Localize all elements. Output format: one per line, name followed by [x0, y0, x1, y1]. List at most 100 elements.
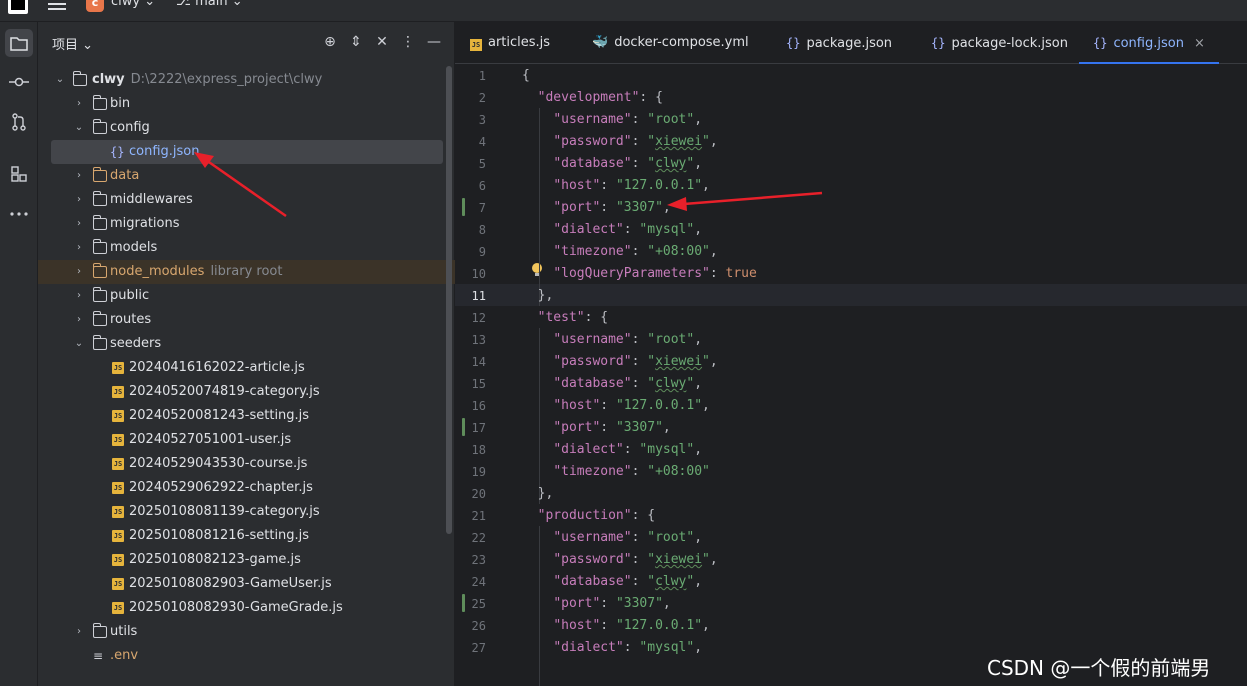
chevron-right-icon[interactable]: ›	[73, 284, 85, 308]
tree-root[interactable]: ⌄ clwy D:\2222\express_project\clwy	[38, 68, 447, 92]
tree-item-models[interactable]: › models	[38, 236, 447, 260]
tree-item-label: 20240416162022-article.js	[129, 360, 305, 375]
branch-switcher[interactable]: ⎇ main ⌄	[176, 0, 243, 9]
json-file-icon: {}	[931, 36, 946, 50]
tab-package-json[interactable]: {} package.json	[786, 22, 892, 64]
code-line: "development": {	[537, 90, 663, 105]
tree-item-routes[interactable]: › routes	[38, 308, 447, 332]
tree-item-seeder-file[interactable]: JS 20250108082930-GameGrade.js	[38, 596, 447, 620]
line-number: 19	[471, 465, 486, 479]
tree-item-utils[interactable]: › utils	[38, 620, 447, 644]
chevron-right-icon[interactable]: ›	[73, 236, 85, 260]
commit-button[interactable]	[5, 68, 33, 96]
js-file-icon: JS	[112, 434, 124, 446]
line-number: 16	[471, 399, 486, 413]
change-marker[interactable]	[462, 198, 465, 216]
project-badge[interactable]: c	[86, 0, 104, 12]
chevron-right-icon[interactable]: ›	[73, 260, 85, 284]
tab-label: config.json	[1113, 36, 1184, 51]
code-line: "dialect": "mysql",	[553, 222, 703, 237]
code-line: "database": "clwy",	[553, 574, 703, 589]
tree-item-label: migrations	[110, 216, 180, 231]
tree-item-seeder-file[interactable]: JS 20250108081216-setting.js	[38, 524, 447, 548]
tree-item-label: 20240529062922-chapter.js	[129, 480, 313, 495]
tree-item-label: config.json	[129, 144, 200, 159]
structure-button[interactable]	[5, 160, 33, 188]
tree-item-config-json[interactable]: {} config.json	[51, 140, 443, 164]
tab-label: package.json	[806, 36, 893, 51]
code-line: "timezone": "+08:00",	[553, 244, 718, 259]
line-number: 5	[478, 157, 486, 171]
code-line: "port": "3307",	[553, 420, 671, 435]
locate-icon[interactable]: ⊕	[322, 34, 338, 50]
chevron-down-icon[interactable]: ⌄	[54, 68, 66, 92]
chevron-right-icon[interactable]: ›	[73, 92, 85, 116]
chevron-right-icon[interactable]: ›	[73, 620, 85, 644]
tree-item-label: 20250108082123-game.js	[129, 552, 301, 567]
chevron-right-icon[interactable]: ›	[73, 308, 85, 332]
tree-item-seeder-file[interactable]: JS 20240527051001-user.js	[38, 428, 447, 452]
project-panel-title[interactable]: 项目 ⌄	[52, 34, 93, 53]
tab-config-json[interactable]: {} config.json ×	[1079, 22, 1219, 64]
pull-requests-button[interactable]	[5, 108, 33, 136]
main-menu-icon[interactable]	[48, 0, 66, 12]
chevron-right-icon[interactable]: ›	[73, 164, 85, 188]
tab-label: docker-compose.yml	[614, 35, 749, 50]
chevron-right-icon[interactable]: ›	[73, 188, 85, 212]
tab-docker-compose[interactable]: 🐳 docker-compose.yml	[592, 22, 749, 64]
tree-item-label: 20240529043530-course.js	[129, 456, 308, 471]
tab-package-lock-json[interactable]: {} package-lock.json	[931, 22, 1068, 64]
folder-icon	[92, 167, 107, 182]
js-file-icon: JS	[112, 386, 124, 398]
chevron-right-icon[interactable]: ›	[73, 212, 85, 236]
tree-item-label: .env	[110, 648, 139, 663]
close-tab-icon[interactable]: ×	[1194, 36, 1205, 51]
tree-item-migrations[interactable]: › migrations	[38, 212, 447, 236]
change-marker[interactable]	[462, 418, 465, 436]
line-number: 7	[478, 201, 486, 215]
tree-item-seeder-file[interactable]: JS 20240416162022-article.js	[38, 356, 447, 380]
tree-item-label: 20250108082903-GameUser.js	[129, 576, 332, 591]
tree-item-seeder-file[interactable]: JS 20250108081139-category.js	[38, 500, 447, 524]
tab-articles-js[interactable]: JS articles.js	[470, 22, 550, 64]
tree-item-seeder-file[interactable]: JS 20240529062922-chapter.js	[38, 476, 447, 500]
tree-item-seeder-file[interactable]: JS 20240520074819-category.js	[38, 380, 447, 404]
tree-item-public[interactable]: › public	[38, 284, 447, 308]
project-switcher[interactable]: clwy ⌄	[111, 0, 155, 9]
tree-scrollbar[interactable]	[446, 66, 452, 534]
collapse-all-icon[interactable]: ✕	[374, 34, 390, 50]
structure-icon	[11, 166, 27, 182]
chevron-down-icon[interactable]: ⌄	[73, 332, 85, 356]
js-file-icon: JS	[112, 410, 124, 422]
tree-item-seeder-file[interactable]: JS 20250108082903-GameUser.js	[38, 572, 447, 596]
code-line: "logQueryParameters": true	[553, 266, 757, 281]
tree-item-label: 20240520081243-setting.js	[129, 408, 310, 423]
expand-all-icon[interactable]: ⇕	[348, 34, 364, 50]
tree-item-config[interactable]: ⌄ config	[38, 116, 447, 140]
tree-item-node-modules[interactable]: › node_modules library root	[38, 260, 455, 284]
js-file-icon: JS	[112, 362, 124, 374]
tree-item-seeder-file[interactable]: JS 20240520081243-setting.js	[38, 404, 447, 428]
tree-item-middlewares[interactable]: › middlewares	[38, 188, 447, 212]
tree-item-seeder-file[interactable]: JS 20240529043530-course.js	[38, 452, 447, 476]
tree-item-seeders[interactable]: ⌄ seeders	[38, 332, 447, 356]
folder-icon	[72, 71, 87, 86]
change-marker[interactable]	[462, 594, 465, 612]
chevron-down-icon[interactable]: ⌄	[73, 116, 85, 140]
line-number: 27	[471, 641, 486, 655]
code-line: "password": "xiewei",	[553, 354, 718, 369]
tree-item-env[interactable]: ≡ .env	[38, 644, 447, 668]
tree-item-label: config	[110, 120, 150, 135]
project-view-button[interactable]	[5, 29, 33, 57]
project-panel: 项目 ⌄ ⊕ ⇕ ✕ ⋮ — ⌄ clwy D:\2222\express_pro…	[38, 22, 455, 686]
options-icon[interactable]: ⋮	[400, 34, 416, 50]
tree-item-label: seeders	[110, 336, 162, 351]
more-tools-button[interactable]	[5, 200, 33, 228]
tree-item-bin[interactable]: › bin	[38, 92, 447, 116]
tree-item-data[interactable]: › data	[38, 164, 447, 188]
line-number: 22	[471, 531, 486, 545]
app-logo-icon[interactable]	[8, 0, 28, 14]
hide-panel-icon[interactable]: —	[426, 34, 442, 50]
folder-icon	[10, 37, 28, 51]
tree-item-seeder-file[interactable]: JS 20250108082123-game.js	[38, 548, 447, 572]
